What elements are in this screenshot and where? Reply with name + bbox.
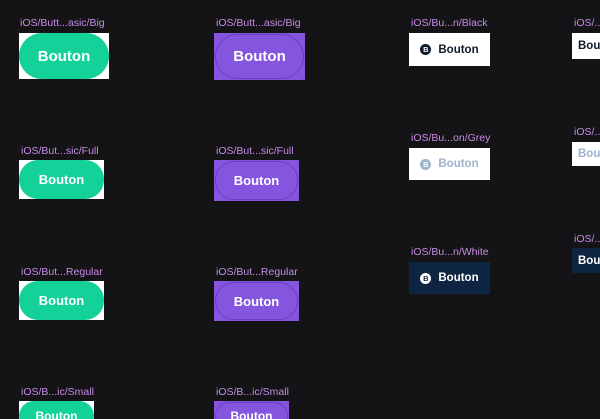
frame-label-white[interactable]: iOS/Bu...n/White (411, 246, 489, 258)
frame-label-black[interactable]: iOS/Bu...n/Black (411, 17, 487, 29)
frame-small-green[interactable]: Bouton (19, 401, 94, 419)
bouton-button[interactable]: Bouton (19, 33, 109, 79)
frame-col4-b[interactable]: Bouton (572, 142, 600, 166)
crypto-coin-icon: B (420, 272, 432, 284)
frame-label-basic-big-purple[interactable]: iOS/Butt...asic/Big (216, 17, 301, 29)
frame-regular-purple[interactable]: Bouton (214, 281, 299, 321)
frame-col4-a[interactable]: Bouton (572, 33, 600, 59)
bouton-label: Bouton (438, 272, 479, 284)
frame-small-purple[interactable]: Bouton (214, 401, 289, 419)
bouton-button[interactable]: Bouton (19, 281, 104, 320)
bouton-button[interactable]: Bouton (215, 402, 288, 419)
frame-label-basic-full-green[interactable]: iOS/But...sic/Full (21, 145, 99, 157)
bouton-button-partial[interactable]: Bouton (578, 248, 600, 273)
frame-label-small-purple[interactable]: iOS/B...ic/Small (216, 386, 289, 398)
frame-ghost-black[interactable]: B Bouton (409, 33, 490, 66)
design-canvas: iOS/Butt...asic/Big Bouton iOS/But...sic… (0, 0, 600, 419)
frame-basic-big-purple[interactable]: Bouton (214, 33, 305, 80)
bouton-button[interactable]: Bouton (215, 161, 298, 200)
bouton-button[interactable]: Bouton (19, 401, 94, 419)
bouton-button[interactable]: Bouton (215, 282, 298, 320)
bouton-button[interactable]: Bouton (19, 160, 104, 199)
bouton-label: Bouton (438, 43, 479, 56)
frame-col4-c[interactable]: Bouton (572, 248, 600, 273)
bouton-button-grey[interactable]: B Bouton (409, 148, 490, 180)
frame-label-grey[interactable]: iOS/Bu...on/Grey (411, 132, 490, 144)
frame-ghost-white[interactable]: B Bouton (409, 262, 490, 294)
frame-basic-full-green[interactable]: Bouton (19, 160, 104, 199)
frame-label-col4-a[interactable]: iOS/... (574, 17, 600, 29)
bouton-button-partial[interactable]: Bouton (578, 33, 600, 59)
crypto-coin-icon: B (420, 44, 432, 55)
bouton-button-partial[interactable]: Bouton (578, 142, 600, 166)
frame-label-col4-c[interactable]: iOS/... (574, 233, 600, 245)
frame-label-small-green[interactable]: iOS/B...ic/Small (21, 386, 94, 398)
frame-label-regular-purple[interactable]: iOS/But...Regular (216, 266, 298, 278)
frame-basic-big-green[interactable]: Bouton (19, 33, 109, 79)
frame-label-regular-green[interactable]: iOS/But...Regular (21, 266, 103, 278)
bouton-button[interactable]: Bouton (215, 34, 304, 79)
frame-label-basic-full-purple[interactable]: iOS/But...sic/Full (216, 145, 294, 157)
bouton-label: Bouton (438, 158, 479, 170)
frame-label-basic-big-green[interactable]: iOS/Butt...asic/Big (20, 17, 105, 29)
crypto-coin-icon: B (420, 158, 432, 170)
bouton-button-white[interactable]: B Bouton (409, 262, 490, 294)
frame-label-col4-b[interactable]: iOS/... (574, 126, 600, 138)
frame-basic-full-purple[interactable]: Bouton (214, 160, 299, 201)
bouton-button-black[interactable]: B Bouton (409, 33, 490, 66)
frame-regular-green[interactable]: Bouton (19, 281, 104, 320)
frame-ghost-grey[interactable]: B Bouton (409, 148, 490, 180)
